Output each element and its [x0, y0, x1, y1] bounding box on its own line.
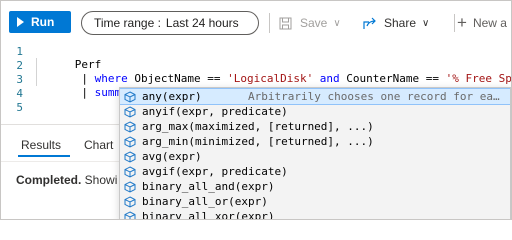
- line-number: 5: [16, 101, 23, 114]
- function-cube-icon: [124, 120, 136, 133]
- share-label: Share: [384, 16, 417, 30]
- new-label: New a: [472, 16, 507, 30]
- function-cube-icon: [124, 135, 136, 148]
- line-number: 1: [16, 45, 23, 58]
- suggestion-item[interactable]: anyif(expr, predicate): [120, 104, 510, 119]
- line-number: 2: [16, 59, 23, 72]
- keyword-and: and: [313, 72, 340, 85]
- time-range-picker[interactable]: Time range : Last 24 hours: [81, 11, 259, 35]
- suggestion-label: any(expr): [142, 90, 202, 103]
- time-range-label: Time range :: [94, 16, 161, 30]
- chevron-down-icon: ∨: [422, 17, 430, 29]
- new-alert-button[interactable]: + New a: [457, 13, 507, 33]
- run-button[interactable]: Run: [9, 11, 71, 33]
- log-analytics-query-window: Run Time range : Last 24 hours Save ∨ Sh…: [0, 0, 512, 220]
- function-cube-icon: [124, 165, 136, 178]
- suggestion-label: arg_max(maximized, [returned], ...): [142, 120, 374, 133]
- suggestion-label: avgif(expr, predicate): [142, 165, 288, 178]
- active-tab-indicator: [18, 155, 70, 157]
- suggestion-label: binary_all_or(expr): [142, 195, 268, 208]
- code-text: CounterName ==: [339, 72, 446, 85]
- line-number: 3: [16, 73, 23, 86]
- suggestion-label: binary_all_and(expr): [142, 180, 275, 193]
- suggestion-item[interactable]: avgif(expr, predicate): [120, 164, 510, 179]
- status-bold: Completed.: [16, 173, 82, 187]
- play-icon: [17, 17, 24, 27]
- save-button[interactable]: Save ∨: [279, 13, 341, 33]
- chevron-down-icon: ∨: [333, 17, 341, 29]
- tab-chart[interactable]: Chart: [84, 138, 113, 152]
- tab-results[interactable]: Results: [21, 138, 61, 152]
- share-button[interactable]: Share ∨: [363, 13, 429, 33]
- string-literal: '% Free Spac: [445, 72, 512, 85]
- function-cube-icon: [124, 150, 136, 163]
- suggestion-item[interactable]: avg(expr): [120, 149, 510, 164]
- function-cube-icon: [124, 210, 136, 219]
- toolbar-divider: [269, 13, 270, 33]
- time-range-value: Last 24 hours: [165, 16, 239, 30]
- suggestion-item[interactable]: arg_max(maximized, [returned], ...): [120, 119, 510, 134]
- function-cube-icon: [124, 105, 136, 118]
- autocomplete-list[interactable]: any(expr) Arbitrarily chooses one record…: [119, 87, 511, 220]
- suggestion-item[interactable]: arg_min(minimized, [returned], ...): [120, 134, 510, 149]
- suggestion-label: avg(expr): [142, 150, 202, 163]
- indent-guide: [36, 58, 37, 86]
- suggestion-item[interactable]: binary_all_or(expr): [120, 194, 510, 209]
- suggestion-description: Arbitrarily chooses one record for ea…: [248, 90, 500, 103]
- string-literal: 'LogicalDisk': [227, 72, 314, 85]
- query-toolbar: Run Time range : Last 24 hours Save ∨ Sh…: [1, 1, 511, 41]
- suggestion-label: anyif(expr, predicate): [142, 105, 288, 118]
- query-status: Completed. Showi: [16, 173, 117, 187]
- function-cube-icon: [124, 180, 136, 193]
- save-label: Save: [300, 16, 328, 30]
- suggestion-label: binary_all_xor(expr): [142, 210, 275, 220]
- function-cube-icon: [124, 90, 136, 103]
- toolbar-separator: [454, 14, 455, 32]
- suggestion-item[interactable]: any(expr) Arbitrarily chooses one record…: [120, 88, 510, 105]
- share-icon: [363, 17, 376, 29]
- plus-icon: +: [457, 13, 467, 32]
- suggestion-item[interactable]: binary_all_xor(expr): [120, 209, 510, 220]
- function-cube-icon: [124, 195, 136, 208]
- suggestion-label: arg_min(minimized, [returned], ...): [142, 135, 374, 148]
- save-icon: [279, 17, 292, 29]
- suggestion-item[interactable]: binary_all_and(expr): [120, 179, 510, 194]
- status-text: Showi: [81, 173, 118, 187]
- run-label: Run: [31, 15, 55, 29]
- line-number: 4: [16, 87, 23, 100]
